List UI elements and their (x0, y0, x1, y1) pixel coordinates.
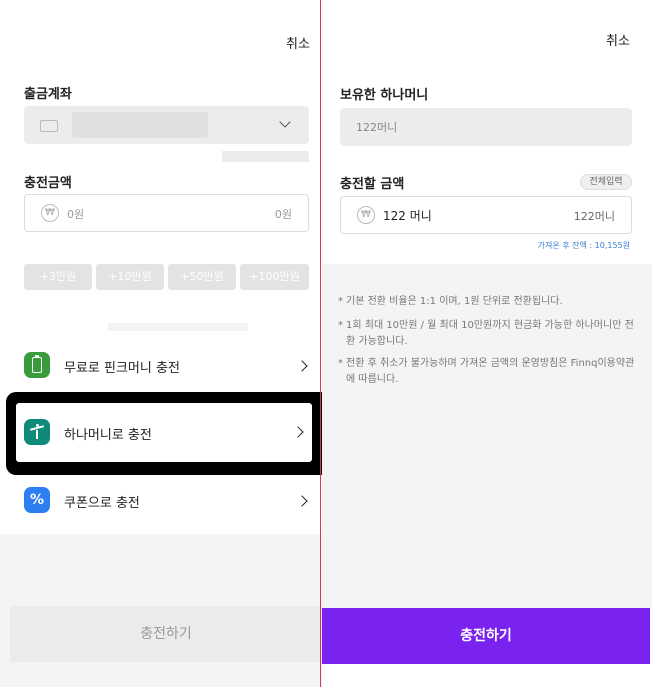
chip-10man[interactable]: +10만원 (96, 264, 164, 290)
balance-note: 가져온 후 잔액 : 10,155원 (537, 241, 630, 250)
charge-input[interactable]: ₩ 122 머니 122머니 (340, 196, 632, 234)
amount-suffix: 0원 (274, 208, 292, 221)
menu-item-free-charge[interactable]: 무료로 핀크머니 충전 (0, 336, 322, 396)
menu-label-free-charge: 무료로 핀크머니 충전 (64, 361, 180, 376)
account-masked (72, 112, 208, 138)
percent-icon: % (24, 487, 50, 513)
right-panel: 취소 보유한 하나머니 122머니 충전할 금액 전체입력 ₩ 122 머니 1… (322, 0, 652, 687)
submit-button-disabled[interactable]: 충전하기 (10, 606, 322, 662)
menu-item-coupon[interactable]: % 쿠폰으로 충전 (0, 470, 322, 530)
menu-label-coupon: 쿠폰으로 충전 (64, 496, 140, 511)
left-panel: 취소 출금계좌 충전금액 ₩ 0원 0원 +3만원 +10만원 +50만원 +1… (0, 0, 322, 687)
owned-field: 122머니 (340, 108, 632, 146)
account-select[interactable] (24, 106, 309, 144)
charge-suffix: 122머니 (573, 210, 615, 223)
won-icon: ₩ (41, 204, 59, 222)
amount-placeholder: 0원 (67, 208, 85, 221)
won-icon: ₩ (357, 206, 375, 224)
chevron-down-icon (279, 116, 291, 128)
charge-value: 122 머니 (383, 209, 432, 223)
notice-item: * 기본 전환 비율은 1:1 이며, 1원 단위로 전환됩니다. (338, 296, 563, 307)
menu-label-hana-money: 하나머니로 충전 (64, 428, 152, 443)
chip-50man[interactable]: +50만원 (168, 264, 236, 290)
divider (320, 0, 321, 687)
account-label: 출금계좌 (24, 87, 72, 102)
amount-input[interactable]: ₩ 0원 0원 (24, 194, 309, 232)
cancel-button[interactable]: 취소 (606, 30, 630, 49)
notice-item: * 1회 최대 10만원 / 월 최대 10만원까지 현금화 가능한 하나머니만… (338, 320, 634, 347)
charge-label: 충전할 금액 (340, 177, 405, 192)
card-icon (40, 120, 58, 132)
masked-balance (222, 151, 309, 162)
battery-icon (24, 352, 50, 378)
owned-label: 보유한 하나머니 (340, 88, 429, 103)
faded-text (108, 323, 248, 331)
chip-100man[interactable]: +100만원 (240, 264, 309, 290)
submit-button[interactable]: 충전하기 (322, 608, 650, 664)
chip-3man[interactable]: +3만원 (24, 264, 92, 290)
amount-label: 충전금액 (24, 176, 72, 191)
chevron-right-icon (292, 426, 304, 438)
cancel-button[interactable]: 취소 (286, 33, 310, 52)
hana-logo-icon (24, 419, 50, 445)
owned-value: 122머니 (356, 121, 398, 134)
chevron-right-icon (296, 360, 308, 372)
chevron-right-icon (296, 495, 308, 507)
menu-item-hana-money[interactable]: 하나머니로 충전 (16, 403, 312, 462)
notice-item: * 전환 후 취소가 불가능하며 가져온 금액의 운영방침은 Finnq이용약관… (338, 358, 635, 385)
notice-area: * 기본 전환 비율은 1:1 이며, 1원 단위로 전환됩니다. * 1회 최… (322, 264, 652, 608)
full-input-button[interactable]: 전체입력 (580, 174, 632, 190)
